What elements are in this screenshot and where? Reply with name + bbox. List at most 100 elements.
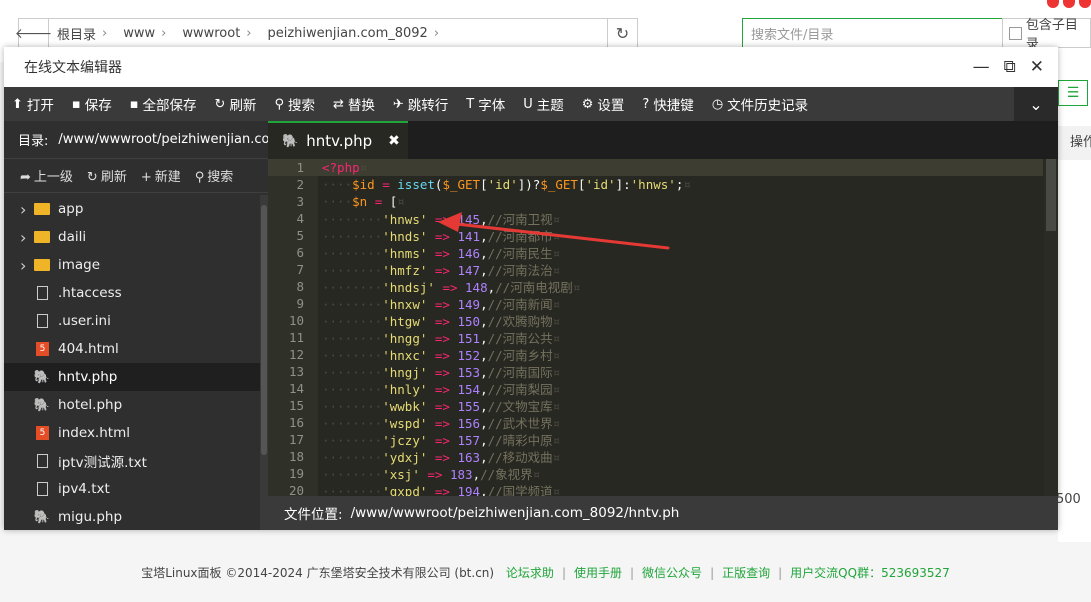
dir-label: 目录:	[18, 134, 49, 149]
file-name: hntv.php	[58, 369, 118, 385]
code-line: 9 ········'hnxw' => 149,//河南新闻¤	[268, 295, 1043, 312]
crumb-wwwroot[interactable]: wwwroot ›	[174, 26, 259, 41]
file-item[interactable]: 🐘 hotel.php	[4, 391, 260, 419]
footer-link[interactable]: 用户交流QQ群：523693527	[790, 566, 950, 580]
sidebar-tools: ➦ 上一级 ↻ 刷新 + 新建 ⚲ 搜索	[4, 159, 268, 193]
line-number: 18	[288, 449, 304, 464]
toolbar-replace-button[interactable]: ⇄ 替换	[332, 94, 375, 115]
dir-path: /www/wwwroot/peizhiwenjian.co	[58, 132, 268, 147]
crumb-site[interactable]: peizhiwenjian.com_8092 ›	[260, 26, 448, 41]
file-item[interactable]: 🐘 migu.php	[4, 503, 260, 530]
online-text-editor: 在线文本编辑器 — ⧉ ✕ ⬆ 打开 ▪ 保存 ▪ 全部保存 ↻ 刷新 ⚲ 搜索 ⇄ 替换 ✈ 跳转行 T 字…	[4, 47, 1058, 530]
toolbar-help-button[interactable]: ? 快捷键	[642, 94, 693, 115]
sidebar-up-level-button[interactable]: ➦ 上一级	[20, 166, 73, 185]
path-breadcrumb: 🡐 根目录 › www › wwwroot › peizhiwenjian.com_8…	[15, 18, 638, 48]
footer-link[interactable]: 论坛求助	[506, 566, 554, 580]
toolbar-save-button[interactable]: ▪ 保存	[72, 94, 112, 115]
page-size-value: 500	[1056, 492, 1081, 507]
sidebar-tool-label: 搜索	[207, 170, 234, 185]
editor-titlebar: 在线文本编辑器 — ⧉ ✕	[4, 47, 1058, 87]
toolbar-save-all-button[interactable]: ▪ 全部保存	[130, 94, 197, 115]
file-search-input[interactable]: 搜索文件/目录	[742, 18, 1002, 48]
tab-hntv-php[interactable]: 🐘 hntv.php ✖	[268, 121, 408, 159]
file-item[interactable]: › app	[4, 195, 260, 223]
file-sidebar: 目录: /www/wwwroot/peizhiwenjian.co ➦ 上一级 ↻ 刷…	[4, 121, 268, 530]
folder-icon	[34, 203, 50, 215]
replace-icon: ⇄	[332, 96, 344, 112]
sidebar-tool-label: 刷新	[100, 170, 127, 185]
chevron-right-icon[interactable]: ›	[20, 200, 34, 219]
line-number: 6	[296, 245, 304, 260]
sidebar-new-button[interactable]: + 新建	[141, 166, 181, 185]
file-item[interactable]: 5 index.html	[4, 419, 260, 447]
chevron-right-icon[interactable]: ›	[20, 228, 34, 247]
code-line: 3 ····$n = [¤	[268, 193, 1043, 210]
footer-link[interactable]: 使用手册	[574, 566, 622, 580]
editor-title: 在线文本编辑器	[24, 60, 122, 76]
include-subdir-checkbox[interactable]: 包含子目录	[1002, 18, 1091, 52]
toolbar-label: 文件历史记录	[727, 98, 809, 114]
file-item[interactable]: 🐘 hntv.php	[4, 363, 260, 391]
file-item[interactable]: › image	[4, 251, 260, 279]
sidebar-scrollbar[interactable]	[260, 195, 268, 530]
chevron-right-icon[interactable]: ›	[20, 256, 34, 275]
maximize-icon[interactable]: ⧉	[1004, 57, 1016, 77]
editor-tabs: 🐘 hntv.php ✖	[268, 121, 1058, 159]
file-item[interactable]: .htaccess	[4, 279, 260, 307]
crumb-www[interactable]: www ›	[115, 26, 174, 41]
search-icon: ⚲	[194, 170, 205, 185]
code-line: 2 ····$id = isset($_GET['id'])?$_GET['id'…	[268, 176, 1043, 193]
code-line: 13 ········'hngj' => 153,//河南国际¤	[268, 363, 1043, 380]
code-scrollbar[interactable]	[1044, 159, 1058, 496]
tab-close-icon[interactable]: ✖	[388, 133, 400, 149]
refresh-icon[interactable]: ↻	[607, 19, 637, 47]
footer-link[interactable]: 正版查询	[722, 566, 770, 580]
close-icon[interactable]: ✕	[1030, 57, 1044, 77]
file-location-label: 文件位置:	[284, 507, 343, 523]
toolbar-history-button[interactable]: ◷ 文件历史记录	[711, 94, 809, 115]
toolbar-goto-line-button[interactable]: ✈ 跳转行	[392, 94, 449, 115]
crumb-root[interactable]: 根目录 ›	[49, 24, 115, 43]
line-number: 19	[288, 466, 304, 481]
goto-line-icon: ✈	[392, 96, 404, 112]
file-item[interactable]: .user.ini	[4, 307, 260, 335]
footer-link[interactable]: 微信公众号	[642, 566, 702, 580]
file-item[interactable]: 5 404.html	[4, 335, 260, 363]
code-line: 17 ········'jczy' => 157,//晴彩中原¤	[268, 431, 1043, 448]
file-name: 404.html	[58, 341, 119, 357]
directory-row: 目录: /www/wwwroot/peizhiwenjian.co	[4, 121, 268, 159]
code-text: <?php¤	[322, 160, 368, 175]
sidebar-search-button[interactable]: ⚲ 搜索	[195, 166, 234, 185]
code-editor[interactable]: 1 <?php¤ 2 ····$id = isset($_GET['id'])?$_G…	[268, 159, 1058, 496]
line-number: 8	[296, 279, 304, 294]
code-line: 1 <?php¤	[268, 159, 1043, 176]
toolbar-refresh-button[interactable]: ↻ 刷新	[215, 94, 257, 115]
toolbar-font-button[interactable]: T 字体	[466, 94, 505, 115]
file-item[interactable]: ipv4.txt	[4, 475, 260, 503]
chevron-down-icon[interactable]: ⌄	[1014, 87, 1058, 121]
file-item[interactable]: iptv测试源.txt	[4, 447, 260, 475]
file-list: › app › daili › image .htaccess .user.ini 5 404.h…	[4, 195, 260, 530]
file-item[interactable]: › daili	[4, 223, 260, 251]
file-name: index.html	[58, 425, 130, 441]
toolbar-settings-button[interactable]: ⚙ 设置	[582, 94, 625, 115]
list-view-icon[interactable]: ☰	[1058, 80, 1088, 106]
toolbar-search-button[interactable]: ⚲ 搜索	[274, 94, 315, 115]
sidebar-refresh-button[interactable]: ↻ 刷新	[87, 166, 127, 185]
file-name: daili	[58, 229, 87, 245]
line-number: 17	[288, 432, 304, 447]
back-arrow-icon[interactable]: 🡐	[15, 19, 52, 47]
line-number: 5	[296, 228, 304, 243]
font-icon: T	[466, 96, 475, 112]
toolbar-label: 跳转行	[407, 98, 449, 114]
minimize-icon[interactable]: —	[973, 57, 990, 77]
upload-icon: ⬆	[12, 96, 23, 112]
toolbar-label: 替换	[347, 98, 375, 114]
history-icon: ◷	[711, 96, 724, 112]
file-location-path: /www/wwwroot/peizhiwenjian.com_8092/hntv…	[350, 505, 680, 521]
code-line: 14 ········'hnly' => 154,//河南梨园¤	[268, 380, 1043, 397]
toolbar-upload-button[interactable]: ⬆ 打开	[12, 94, 54, 115]
document-icon	[37, 286, 48, 300]
toolbar-theme-button[interactable]: U 主题	[523, 94, 564, 115]
code-text: ····$n = [¤	[322, 194, 405, 209]
